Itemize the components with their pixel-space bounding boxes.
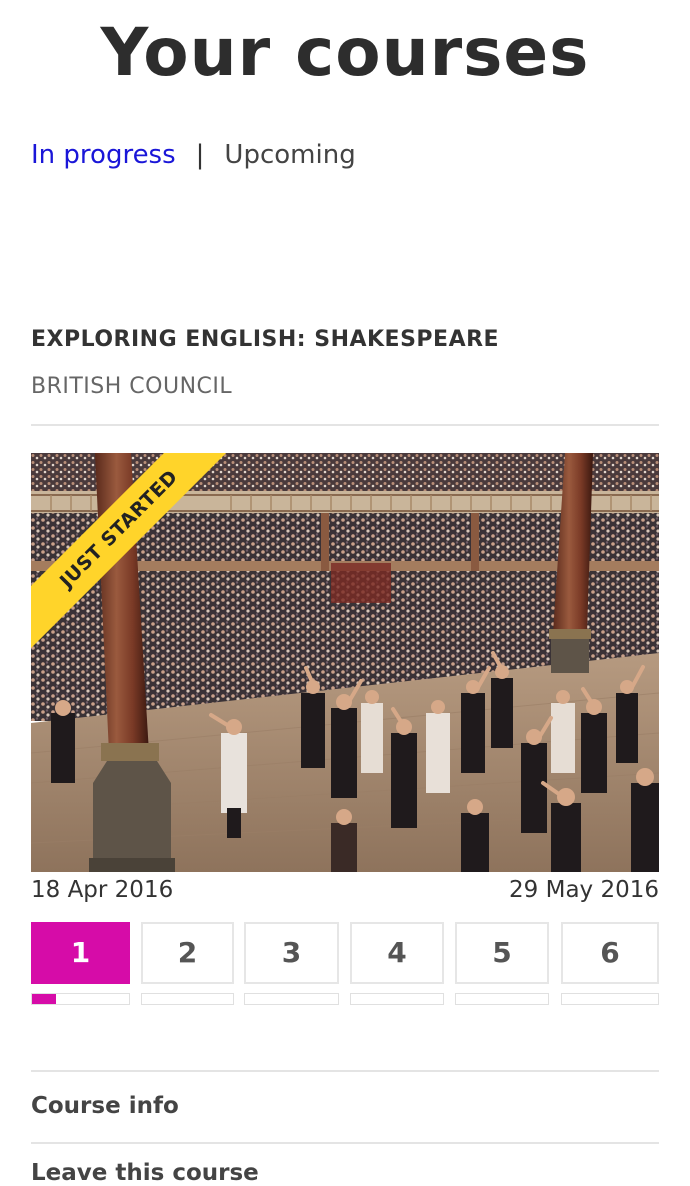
course-title[interactable]: EXPLORING ENGLISH: SHAKESPEARE bbox=[31, 327, 499, 352]
week-1-button[interactable]: 1 bbox=[31, 922, 130, 984]
status-badge-label: JUST STARTED bbox=[31, 453, 231, 651]
week-5-progress bbox=[455, 993, 549, 1005]
week-3-progress bbox=[244, 993, 339, 1005]
page-title: Your courses bbox=[100, 14, 590, 91]
course-start-date: 18 Apr 2016 bbox=[31, 877, 174, 903]
week-5-button[interactable]: 5 bbox=[455, 922, 549, 984]
tab-separator: | bbox=[195, 140, 205, 170]
divider bbox=[31, 424, 659, 426]
week-2-button[interactable]: 2 bbox=[141, 922, 234, 984]
divider bbox=[31, 1142, 659, 1144]
tab-upcoming[interactable]: Upcoming bbox=[224, 140, 355, 170]
divider bbox=[31, 1070, 659, 1072]
week-6-button[interactable]: 6 bbox=[561, 922, 659, 984]
course-provider: BRITISH COUNCIL bbox=[31, 374, 233, 399]
week-4-button[interactable]: 4 bbox=[350, 922, 444, 984]
week-2-progress bbox=[141, 993, 234, 1005]
course-end-date: 29 May 2016 bbox=[509, 877, 659, 903]
course-info-link[interactable]: Course info bbox=[31, 1093, 179, 1119]
week-6-progress bbox=[561, 993, 659, 1005]
week-1-progress bbox=[31, 993, 130, 1005]
week-1-progress-fill bbox=[32, 994, 57, 1004]
course-filter-tabs: In progress | Upcoming bbox=[31, 140, 356, 170]
week-4-progress bbox=[350, 993, 444, 1005]
leave-course-link[interactable]: Leave this course bbox=[31, 1160, 259, 1186]
tab-in-progress[interactable]: In progress bbox=[31, 140, 176, 170]
course-image[interactable]: JUST STARTED bbox=[31, 453, 659, 872]
week-selector: 1 2 3 4 5 6 bbox=[31, 922, 659, 984]
status-badge: JUST STARTED bbox=[31, 453, 231, 653]
week-3-button[interactable]: 3 bbox=[244, 922, 339, 984]
